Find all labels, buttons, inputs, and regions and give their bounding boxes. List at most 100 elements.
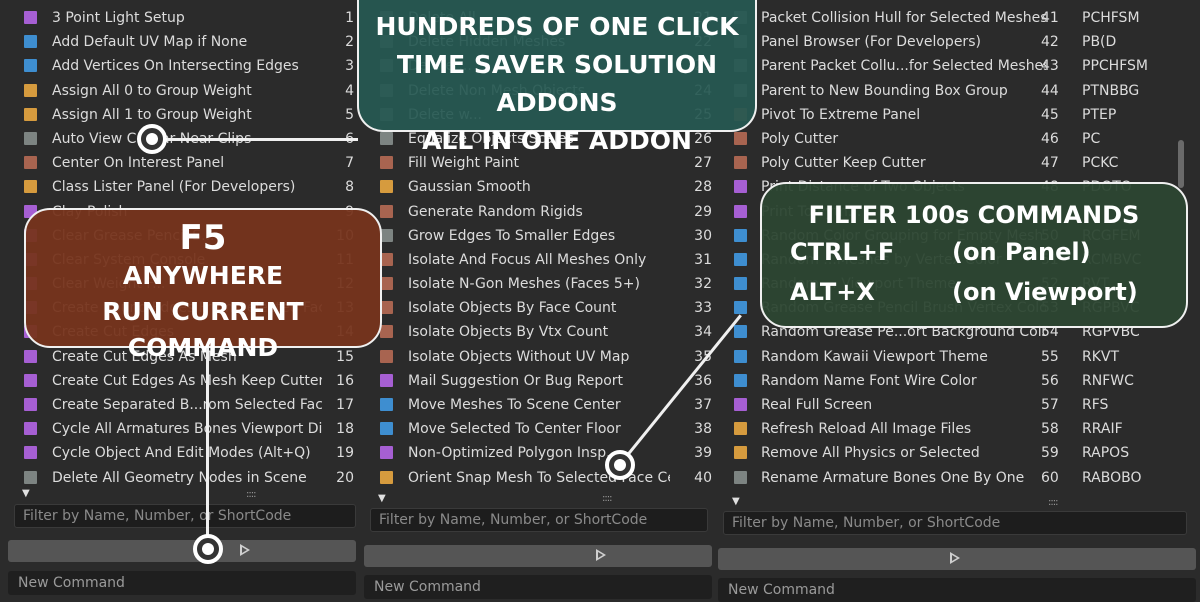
command-row[interactable]: Orient Snap Mesh To Selected Face Ce... 4… xyxy=(364,466,714,490)
command-row[interactable]: Create Cut Edges As Mesh Keep Cutter 16 xyxy=(0,369,360,393)
command-row[interactable]: Real Full Screen 57 RFS xyxy=(718,393,1200,417)
color-swatch-icon xyxy=(24,422,37,436)
command-row[interactable]: Random Kawaii Viewport Theme 55 RKVT xyxy=(718,345,1200,369)
command-row[interactable]: Isolate Objects Without UV Map 35 xyxy=(364,345,714,369)
filter-input[interactable]: Filter by Name, Number, or ShortCode xyxy=(723,511,1187,535)
command-label: Create Separated B...rom Selected Faces xyxy=(52,397,322,413)
command-shortcode: RNFWC xyxy=(1082,372,1134,389)
play-icon xyxy=(950,552,960,564)
command-row[interactable]: Isolate N-Gon Meshes (Faces 5+) 32 xyxy=(364,272,714,296)
run-command-button[interactable] xyxy=(364,545,712,567)
callout-line: TIME SAVER SOLUTION ADDONS xyxy=(396,50,718,117)
color-swatch-icon xyxy=(734,228,747,242)
filter-input[interactable]: Filter by Name, Number, or ShortCode xyxy=(14,504,356,528)
triangle-down-icon[interactable]: ▼ xyxy=(22,488,30,499)
command-row[interactable]: Gaussian Smooth 28 xyxy=(364,175,714,199)
new-command-field[interactable]: New Command xyxy=(364,575,712,599)
command-row[interactable]: Poly Cutter 46 PC xyxy=(718,127,1200,151)
color-swatch-icon xyxy=(380,325,393,339)
command-label: Delete All Geometry Nodes in Scene xyxy=(52,469,307,486)
color-swatch-icon xyxy=(24,83,37,97)
command-row[interactable]: Isolate And Focus All Meshes Only 31 xyxy=(364,248,714,272)
run-command-button[interactable] xyxy=(718,548,1196,570)
color-swatch-icon xyxy=(380,373,393,387)
command-label: Random Name Font Wire Color xyxy=(761,372,977,389)
command-label: Isolate Objects By Face Count xyxy=(408,300,617,317)
command-row[interactable]: Poly Cutter Keep Cutter 47 PCKC xyxy=(718,151,1200,175)
command-row[interactable]: Remove All Physics or Selected 59 RAPOS xyxy=(718,441,1200,465)
command-label: Rename Armature Bones One By One xyxy=(761,469,1025,486)
command-row[interactable]: Generate Random Rigids 29 xyxy=(364,200,714,224)
command-number: 38 xyxy=(694,421,712,438)
command-number: 33 xyxy=(694,300,712,317)
color-swatch-icon xyxy=(380,446,393,460)
command-row[interactable]: Cycle Object And Edit Modes (Alt+Q) 19 xyxy=(0,441,360,465)
command-label: Parent to New Bounding Box Group xyxy=(761,82,1008,99)
command-row[interactable]: Center On Interest Panel 7 xyxy=(0,151,360,175)
shortcut-row: CTRL+F (on Panel) xyxy=(786,232,1186,272)
callout-title: FILTER 100s COMMANDS xyxy=(808,201,1140,229)
new-command-field[interactable]: New Command xyxy=(718,578,1196,602)
command-row[interactable]: Non-Optimized Polygon Insp... 39 xyxy=(364,441,714,465)
command-number: 55 xyxy=(1041,348,1059,365)
callout-f5: F5 ANYWHERE RUN CURRENT COMMAND xyxy=(24,208,382,362)
command-row[interactable]: Move Selected To Center Floor 38 xyxy=(364,417,714,441)
callout-line: HUNDREDS OF ONE CLICK xyxy=(375,12,739,41)
drag-grip-icon[interactable]: :::: xyxy=(246,489,257,500)
command-number: 18 xyxy=(336,421,354,438)
color-swatch-icon xyxy=(24,131,37,145)
scrollbar[interactable] xyxy=(1178,140,1184,188)
command-number: 19 xyxy=(336,445,354,462)
command-number: 56 xyxy=(1041,372,1059,389)
command-number: 3 xyxy=(345,58,354,75)
filter-input[interactable]: Filter by Name, Number, or ShortCode xyxy=(370,508,708,532)
command-shortcode: PCHFSM xyxy=(1082,10,1140,26)
color-swatch-icon xyxy=(734,470,747,484)
drag-grip-icon[interactable]: :::: xyxy=(1048,497,1059,508)
command-row[interactable]: Cycle All Armatures Bones Viewport Dis..… xyxy=(0,417,360,441)
command-row[interactable]: Mail Suggestion Or Bug Report 36 xyxy=(364,369,714,393)
pointer-dot xyxy=(137,124,167,154)
shortcut-context: (on Panel) xyxy=(952,238,1091,266)
color-swatch-icon xyxy=(734,204,747,218)
command-number: 46 xyxy=(1041,130,1059,147)
command-row[interactable]: Assign All 0 to Group Weight 4 xyxy=(0,79,360,103)
command-row[interactable]: Create Separated B...rom Selected Faces 1… xyxy=(0,393,360,417)
run-command-button[interactable] xyxy=(8,540,356,562)
command-row[interactable]: Panel Browser (For Developers) 42 PB(D xyxy=(718,30,1200,54)
command-row[interactable]: Add Vertices On Intersecting Edges 3 xyxy=(0,54,360,78)
command-row[interactable]: Isolate Objects By Vtx Count 34 xyxy=(364,320,714,344)
command-row[interactable]: Delete All Geometry Nodes in Scene 20 xyxy=(0,466,360,490)
command-label: Center On Interest Panel xyxy=(52,155,225,172)
command-row[interactable]: Packet Collision Hull for Selected Meshe… xyxy=(718,6,1200,30)
command-row[interactable]: Add Default UV Map if None 2 xyxy=(0,30,360,54)
command-row[interactable]: Class Lister Panel (For Developers) 8 xyxy=(0,175,360,199)
command-number: 44 xyxy=(1041,82,1059,99)
command-number: 45 xyxy=(1041,106,1059,123)
command-label: Pivot To Extreme Panel xyxy=(761,106,921,123)
command-row[interactable]: Random Name Font Wire Color 56 RNFWC xyxy=(718,369,1200,393)
command-number: 40 xyxy=(694,469,712,486)
command-row[interactable]: Rename Armature Bones One By One 60 RABOBO xyxy=(718,466,1200,490)
play-icon xyxy=(240,544,250,556)
command-row[interactable]: Parent Packet Collu...for Selected Meshe… xyxy=(718,54,1200,78)
command-shortcode: RABOBO xyxy=(1082,469,1142,486)
drag-grip-icon[interactable]: :::: xyxy=(602,493,613,504)
command-row[interactable]: Grow Edges To Smaller Edges 30 xyxy=(364,224,714,248)
command-row[interactable]: Assign All 1 to Group Weight 5 xyxy=(0,103,360,127)
command-row[interactable]: 3 Point Light Setup 1 xyxy=(0,6,360,30)
triangle-down-icon[interactable]: ▼ xyxy=(378,493,386,504)
triangle-down-icon[interactable]: ▼ xyxy=(732,496,740,507)
command-label: Poly Cutter xyxy=(761,130,839,147)
color-swatch-icon xyxy=(380,398,393,411)
command-row[interactable]: Parent to New Bounding Box Group 44 PTNBBG xyxy=(718,79,1200,103)
new-command-field[interactable]: New Command xyxy=(8,571,356,595)
command-label: Grow Edges To Smaller Edges xyxy=(408,227,616,244)
command-label: Add Vertices On Intersecting Edges xyxy=(52,58,299,75)
command-row[interactable]: Isolate Objects By Face Count 33 xyxy=(364,296,714,320)
command-row[interactable]: Pivot To Extreme Panel 45 PTEP xyxy=(718,103,1200,127)
command-row[interactable]: Refresh Reload All Image Files 58 RRAIF xyxy=(718,417,1200,441)
command-number: 57 xyxy=(1041,397,1059,413)
color-swatch-icon xyxy=(734,373,747,387)
command-label: Poly Cutter Keep Cutter xyxy=(761,155,926,172)
